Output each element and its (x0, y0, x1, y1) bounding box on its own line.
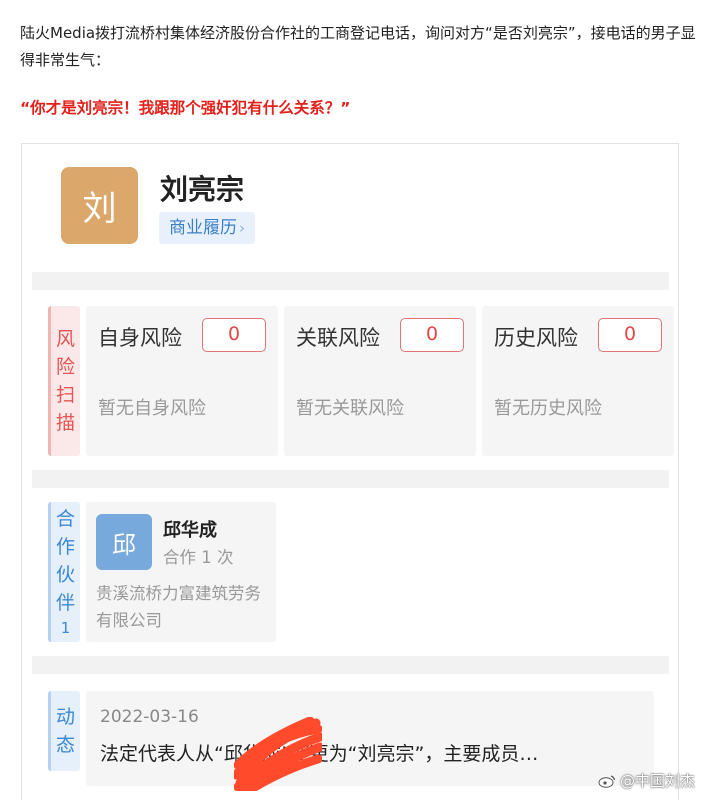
partner-card[interactable]: 邱 邱华成 合作 1 次 贵溪流桥力富建筑劳务有限公司 (86, 502, 276, 642)
partners-label-char: 合 (55, 508, 75, 530)
risk-count-badge: 0 (598, 318, 662, 352)
risk-scan-label-char: 风 (55, 328, 75, 350)
redaction-scribble (234, 717, 322, 791)
person-name: 刘亮宗 (160, 173, 245, 206)
risk-scan-label-char: 险 (55, 356, 75, 378)
business-history-link[interactable]: 商业履历 › (159, 212, 255, 244)
risk-title: 自身风险 (98, 326, 182, 350)
partner-company: 贵溪流桥力富建筑劳务有限公司 (96, 584, 261, 630)
risk-title: 历史风险 (494, 326, 578, 350)
chevron-right-icon: › (239, 219, 245, 237)
risk-card-self[interactable]: 自身风险 0 暂无自身风险 (86, 306, 278, 456)
partners-label-char: 伙 (55, 564, 75, 586)
partners-label-char: 伴 (55, 592, 75, 614)
partner-avatar: 邱 (96, 514, 152, 570)
partners-label-char: 作 (55, 536, 75, 558)
watermark: @中国刘杰 (598, 770, 695, 791)
risk-count-badge: 0 (400, 318, 464, 352)
partners-count: 1 (60, 619, 71, 637)
dynamics-text: 法定代表人从“邱华成”变更为“刘亮宗”，主要成员… (100, 743, 539, 765)
partner-coop-times: 合作 1 次 (163, 548, 234, 567)
risk-card-history[interactable]: 历史风险 0 暂无历史风险 (482, 306, 674, 456)
risk-title: 关联风险 (296, 326, 380, 350)
business-history-label: 商业履历 (169, 218, 237, 238)
dynamics-label-char: 态 (55, 734, 75, 756)
dynamics-date: 2022-03-16 (100, 707, 199, 727)
article-quote: “你才是刘亮宗！我跟那个强奸犯有什么关系？” (20, 99, 351, 117)
risk-description: 暂无自身风险 (98, 398, 206, 419)
watermark-text: @中国刘杰 (620, 772, 696, 790)
partner-name: 邱华成 (163, 520, 217, 541)
article-intro: 陆火Media拨打流桥村集体经济股份合作社的工商登记电话，询问对方“是否刘亮宗”… (20, 24, 696, 69)
avatar: 刘 (61, 167, 138, 244)
dynamics-item[interactable]: 2022-03-16 法定代表人从“邱华成”变更为“刘亮宗”，主要成员… (86, 691, 654, 786)
risk-scan-label-char: 扫 (55, 384, 75, 406)
risk-description: 暂无历史风险 (494, 398, 602, 419)
risk-scan-label-char: 描 (55, 412, 75, 434)
dynamics-label: 动 态 (48, 691, 80, 771)
risk-card-related[interactable]: 关联风险 0 暂无关联风险 (284, 306, 476, 456)
risk-description: 暂无关联风险 (296, 398, 404, 419)
weibo-icon (598, 774, 616, 788)
section-divider (32, 656, 669, 674)
section-divider (32, 470, 669, 488)
profile-card: 刘 刘亮宗 商业履历 › 风 险 扫 描 自身风险 0 暂无自身风险 关联风险 0… (21, 143, 679, 800)
partners-label: 合 作 伙 伴 1 (48, 502, 80, 642)
dynamics-label-char: 动 (55, 706, 75, 728)
section-divider (32, 272, 669, 290)
risk-scan-label: 风 险 扫 描 (48, 306, 80, 456)
risk-count-badge: 0 (202, 318, 266, 352)
